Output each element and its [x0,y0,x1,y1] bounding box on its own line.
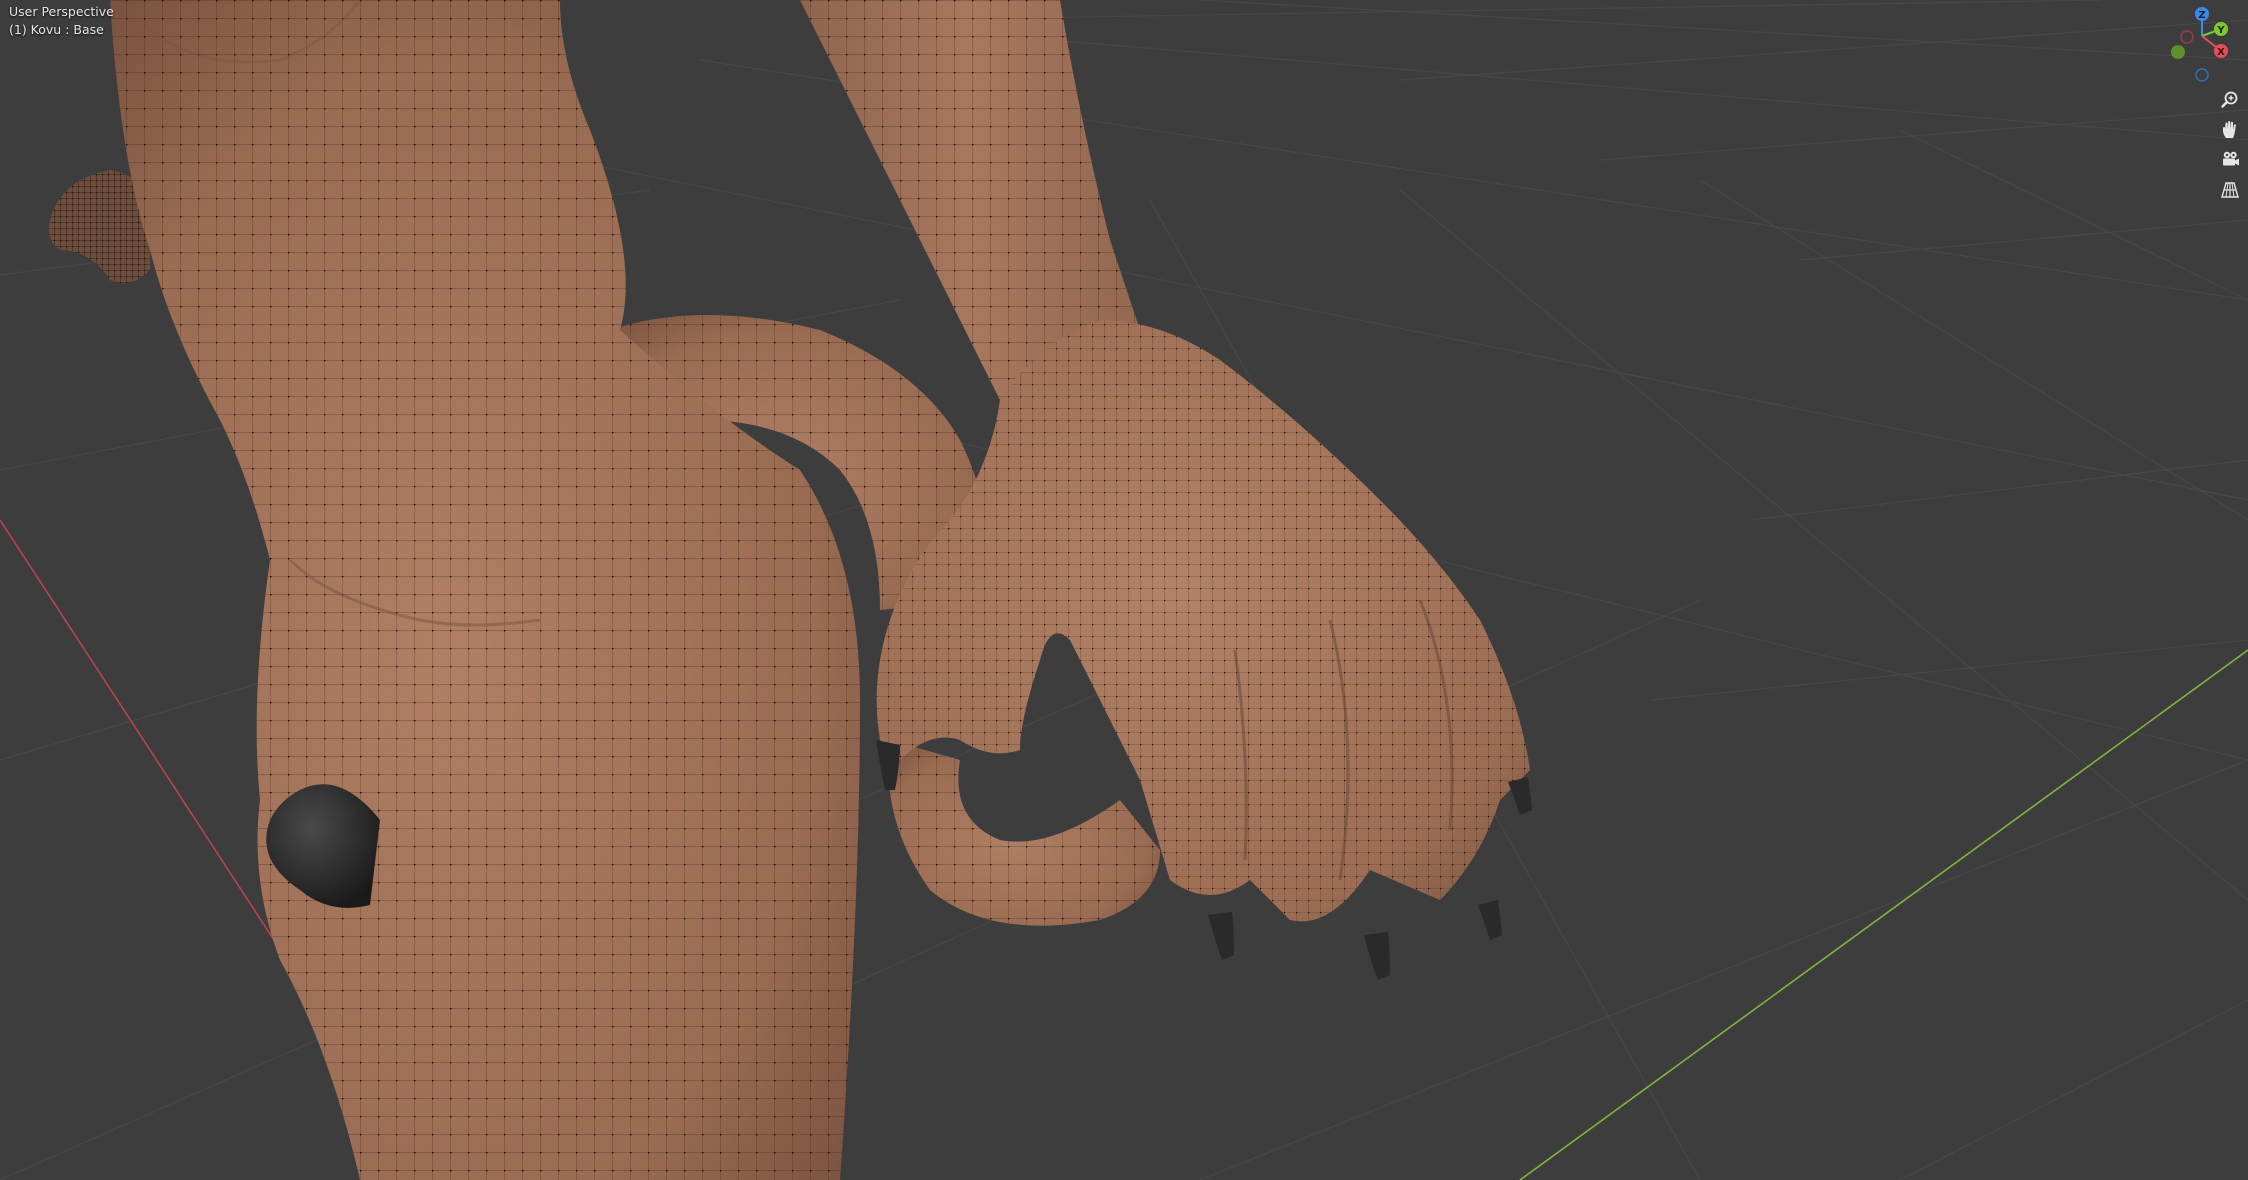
gizmo-y-label: Y [2216,25,2225,36]
pan-button[interactable] [2216,116,2244,144]
3d-viewport[interactable]: User Perspective (1) Kovu : Base Z Y X [0,0,2248,1180]
gizmo-neg-y-icon[interactable] [2171,45,2185,59]
pan-hand-icon [2223,121,2236,138]
y-axis-line [1519,649,2248,1180]
zoom-icon [2221,91,2238,108]
gizmo-neg-z-icon[interactable] [2195,68,2209,82]
gizmo-x-label: X [2217,47,2225,58]
view-name-label: User Perspective [9,4,114,19]
gizmo-z-label: Z [2198,10,2205,21]
camera-view-button[interactable] [2216,146,2244,174]
x-axis-line [0,519,301,981]
mesh-leg [110,0,860,1180]
navigation-gizmo[interactable]: Z Y X [2164,2,2240,84]
perspective-toggle-button[interactable] [2216,176,2244,204]
viewport-scene [0,0,2248,1180]
gizmo-neg-x-icon[interactable] [2180,30,2194,44]
camera-icon [2223,151,2239,166]
zoom-button[interactable] [2216,86,2244,114]
active-object-label: (1) Kovu : Base [9,22,104,37]
grid-perspective-icon [2221,182,2239,198]
